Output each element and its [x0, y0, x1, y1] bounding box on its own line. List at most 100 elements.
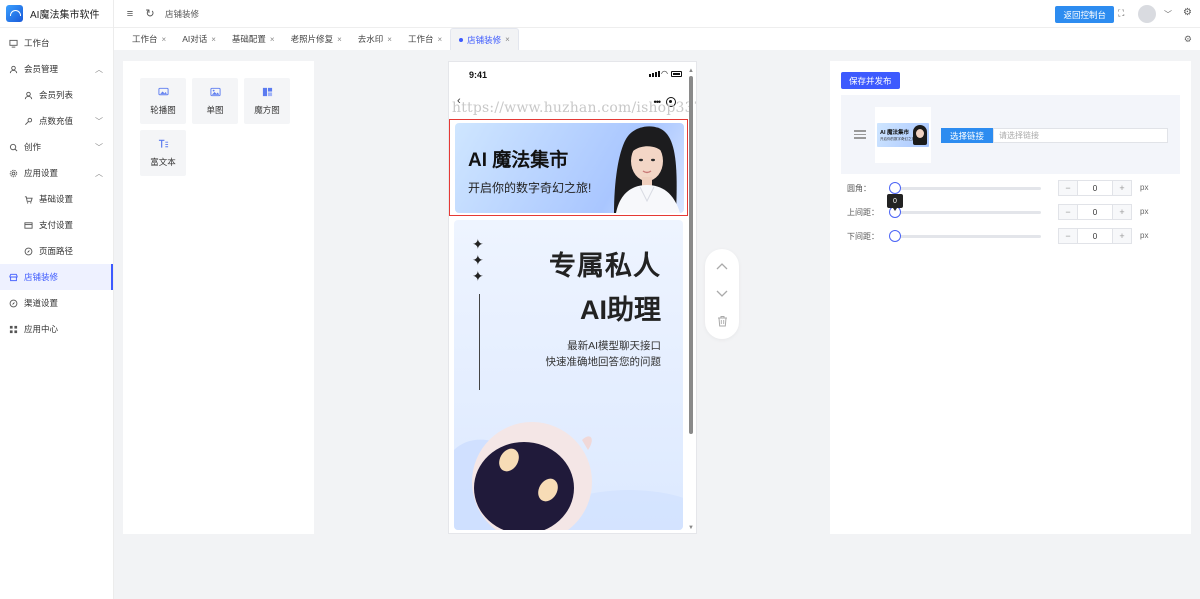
delete-icon[interactable] [715, 314, 729, 328]
tab-workbench-2[interactable]: 工作台 × [400, 28, 450, 50]
move-up-icon[interactable] [715, 259, 729, 273]
card-headline-2: AI助理 [580, 295, 661, 325]
tab-workbench[interactable]: 工作台 × [124, 28, 174, 50]
phone-preview: 9:41 ◠ ‹ ••• AI 魔法集市 开启你的数字奇幻之旅! ✦ ✦ ✦ 专… [448, 61, 697, 534]
sidebar-item-app-center[interactable]: 应用中心 [0, 316, 113, 342]
slider-track[interactable] [895, 187, 1041, 190]
divider [479, 294, 480, 390]
fullscreen-icon[interactable]: ⛶ [1118, 8, 1128, 18]
component-label: 富文本 [150, 156, 176, 167]
increment-button[interactable]: + [1113, 205, 1131, 219]
sidebar-item-basic-settings[interactable]: 基础设置 [0, 186, 113, 212]
tab-label: 店铺装修 [467, 34, 502, 45]
close-icon[interactable]: × [337, 35, 342, 44]
tab-label: 老照片修复 [290, 34, 334, 44]
tab-basic-config[interactable]: 基础配置 × [224, 28, 283, 50]
app-logo[interactable]: AI魔法集市软件 [0, 0, 113, 28]
rich-text-icon [158, 139, 168, 148]
sidebar-item-page-path[interactable]: 页面路径 [0, 238, 113, 264]
decrement-button[interactable]: − [1059, 205, 1077, 219]
signal-icon [649, 71, 660, 77]
sidebar-item-app-settings[interactable]: 应用设置 ︿ [0, 160, 113, 186]
sidebar-item-points-recharge[interactable]: 点数充值 ﹀ [0, 108, 113, 134]
gear-icon[interactable]: ⚙ [1184, 34, 1192, 45]
move-down-icon[interactable] [715, 287, 729, 301]
sidebar-item-shop-decoration[interactable]: 店铺装修 [0, 264, 113, 290]
wifi-icon: ◠ [661, 69, 668, 78]
sidebar-item-create[interactable]: 创作 ﹀ [0, 134, 113, 160]
avatar[interactable] [1138, 5, 1156, 23]
sidebar-item-label: 点数充值 [39, 116, 74, 126]
slider-handle[interactable] [889, 230, 901, 242]
scrollbar[interactable] [689, 76, 693, 434]
compass-icon [24, 247, 33, 256]
sidebar-item-label: 创作 [24, 142, 42, 152]
unit-label: px [1140, 231, 1149, 240]
tab-ai-chat[interactable]: AI对话 × [174, 28, 224, 50]
grid-icon [9, 325, 18, 334]
component-label: 单图 [206, 104, 224, 115]
battery-icon [671, 71, 682, 77]
close-icon[interactable]: × [211, 35, 216, 44]
save-publish-button[interactable]: 保存并发布 [841, 72, 900, 89]
image-icon [209, 87, 221, 96]
increment-button[interactable]: + [1113, 181, 1131, 195]
selected-banner-block[interactable]: AI 魔法集市 开启你的数字奇幻之旅! [449, 119, 688, 216]
stepper-value[interactable]: 0 [1077, 229, 1113, 243]
gear-icon[interactable]: ⚙ [1183, 7, 1192, 18]
editor-panel: 保存并发布 AI 魔法集市 开启你的数字奇幻之旅! 选择链接 圆角： − 0 +… [830, 61, 1191, 534]
breadcrumb: 店铺装修 [165, 8, 200, 19]
component-single-image[interactable]: 单图 [192, 78, 238, 124]
tab-label: AI对话 [182, 34, 208, 44]
chevron-down-icon[interactable]: ﹀ [1164, 9, 1172, 20]
link-input[interactable] [993, 128, 1168, 143]
thumbnail-title: AI 魔法集市 [880, 130, 910, 136]
component-carousel[interactable]: 轮播图 [140, 78, 186, 124]
menu-toggle-icon[interactable]: ≡ [123, 7, 137, 21]
slider-track[interactable] [895, 211, 1041, 214]
decrement-button[interactable]: − [1059, 181, 1077, 195]
chevron-up-icon: ︿ [95, 169, 103, 178]
sidebar-item-label: 基础设置 [39, 194, 74, 204]
select-link-button[interactable]: 选择链接 [941, 128, 994, 143]
sidebar-item-workbench[interactable]: 工作台 [0, 30, 113, 56]
close-icon[interactable]: × [270, 35, 275, 44]
app-name: AI魔法集市软件 [30, 10, 100, 21]
sidebar-item-label: 会员列表 [39, 90, 74, 100]
close-icon[interactable]: × [437, 35, 442, 44]
tab-photo-restore[interactable]: 老照片修复 × [283, 28, 350, 50]
close-icon[interactable]: × [162, 35, 167, 44]
banner-thumbnail[interactable]: AI 魔法集市 开启你的数字奇幻之旅! [875, 107, 931, 163]
decrement-button[interactable]: − [1059, 229, 1077, 243]
banner-subtitle: 开启你的数字奇幻之旅! [468, 181, 592, 195]
component-rich-text[interactable]: 富文本 [140, 130, 186, 176]
tab-remove-watermark[interactable]: 去水印 × [350, 28, 400, 50]
user-icon [9, 65, 18, 74]
drag-handle-icon[interactable] [854, 130, 866, 139]
sidebar-item-payment-settings[interactable]: 支付设置 [0, 212, 113, 238]
return-console-button[interactable]: 返回控制台 [1055, 6, 1114, 23]
slider-label: 圆角： [847, 184, 871, 193]
component-magic-cube[interactable]: 魔方图 [244, 78, 290, 124]
refresh-icon[interactable]: ↻ [143, 7, 157, 21]
scroll-up-icon[interactable]: ▲ [688, 68, 694, 74]
slider-handle[interactable] [889, 182, 901, 194]
sidebar-item-label: 渠道设置 [24, 298, 59, 308]
slider-track[interactable] [895, 235, 1041, 238]
sidebar-item-label: 会员管理 [24, 64, 59, 74]
stepper-value[interactable]: 0 [1077, 205, 1113, 219]
scroll-down-icon[interactable]: ▼ [688, 525, 694, 531]
banner-item-editor: AI 魔法集市 开启你的数字奇幻之旅! 选择链接 [841, 95, 1180, 174]
sidebar-item-member-list[interactable]: 会员列表 [0, 82, 113, 108]
close-icon[interactable]: × [505, 35, 510, 44]
slider-label: 下间距： [847, 232, 879, 241]
thumbnail-portrait [913, 125, 927, 145]
increment-button[interactable]: + [1113, 229, 1131, 243]
stepper-value[interactable]: 0 [1077, 181, 1113, 195]
sidebar-item-channel-settings[interactable]: 渠道设置 [0, 290, 113, 316]
thumbnail-image: AI 魔法集市 开启你的数字奇幻之旅! [877, 123, 929, 147]
compass-icon [9, 299, 18, 308]
sidebar-item-members[interactable]: 会员管理 ︿ [0, 56, 113, 82]
close-icon[interactable]: × [387, 35, 392, 44]
tab-shop-decoration[interactable]: 店铺装修 × [450, 28, 519, 50]
